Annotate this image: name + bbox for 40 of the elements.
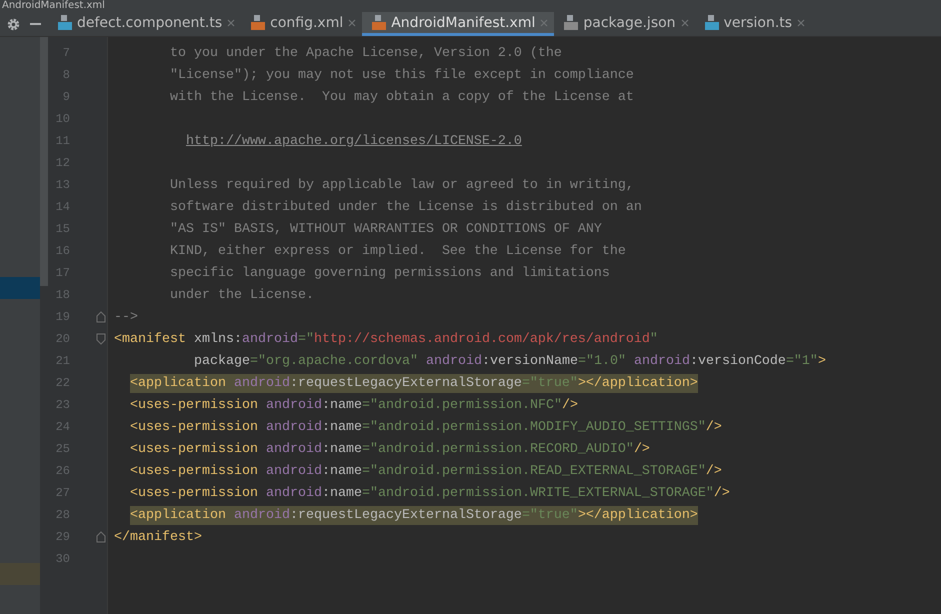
code-line: "License"); you may not use this file except in compliance [170, 66, 634, 84]
scrollbar-thumb[interactable] [40, 37, 48, 286]
code-line: to you under the Apache License, Version 2.0 (the [170, 44, 562, 62]
code-line: KIND, either express or implied. See the License for the [170, 242, 626, 260]
file-icon [58, 15, 72, 30]
code-line: specific language governing permissions and limitations [170, 264, 610, 282]
code-line: <uses-permission android:name="android.permission.READ_EXTERNAL_STORAGE"/> [130, 462, 722, 480]
code-line: <uses-permission android:name="android.permission.WRITE_EXTERNAL_STORAGE"/> [130, 484, 730, 502]
code-line: --> [114, 308, 138, 326]
code-line: <uses-permission android:name="android.permission.MODIFY_AUDIO_SETTINGS"/> [130, 418, 722, 436]
editor-tab[interactable]: defect.component.ts [48, 12, 242, 36]
code-line: software distributed under the License is distributed on an [170, 198, 642, 216]
close-icon[interactable] [227, 18, 236, 26]
editor-tab[interactable]: package.json [554, 12, 695, 36]
close-icon[interactable] [348, 18, 356, 26]
close-icon[interactable] [540, 18, 548, 26]
editor-tab[interactable]: AndroidManifest.xml [362, 12, 554, 36]
editor-tab[interactable]: version.ts [694, 12, 812, 36]
window-title: AndroidManifest.xml [1, 0, 106, 12]
code-line: package="org.apache.cordova" android:versionName="1.0" android:versionCode="1"> [194, 352, 826, 370]
close-icon[interactable] [797, 18, 806, 26]
code-line: under the License. [170, 286, 314, 304]
close-icon[interactable] [680, 18, 689, 26]
code-line: <uses-permission android:name="android.permission.RECORD_AUDIO"/> [130, 440, 650, 458]
settings-icon[interactable] [7, 18, 20, 30]
file-icon [564, 15, 578, 30]
code-line: with the License. You may obtain a copy of the License at [170, 88, 634, 106]
code-line: Unless required by applicable law or agreed to in writing, [170, 176, 634, 194]
fold-icon[interactable] [96, 531, 106, 543]
fold-icon[interactable] [96, 311, 106, 323]
file-icon [251, 15, 266, 30]
editor-tab[interactable]: config.xml [241, 12, 362, 36]
code-line: "AS IS" BASIS, WITHOUT WARRANTIES OR CONDITIONS OF ANY [170, 220, 602, 238]
file-icon [704, 15, 719, 30]
code-line: <manifest xmlns:android="http://schemas.android.com/apk/res/android" [114, 330, 658, 348]
code-line: </manifest> [114, 528, 202, 546]
file-icon [372, 15, 386, 30]
code-line: http://www.apache.org/licenses/LICENSE-2.0 [186, 132, 522, 150]
code-line: <uses-permission android:name="android.permission.NFC"/> [130, 396, 578, 414]
fold-icon[interactable] [96, 333, 106, 345]
